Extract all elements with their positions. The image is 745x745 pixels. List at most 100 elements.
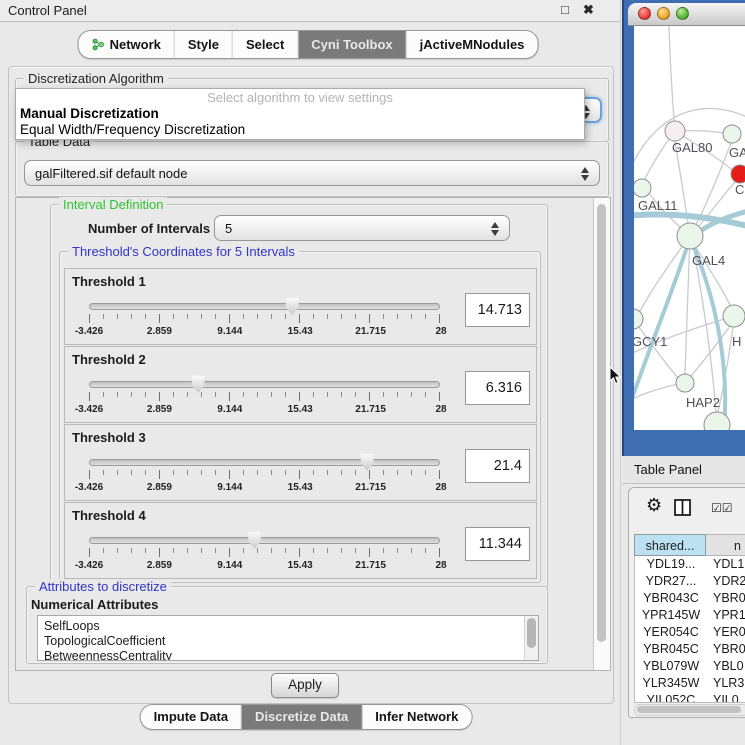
node-top-right[interactable] <box>723 125 741 143</box>
slider-track[interactable] <box>89 537 440 544</box>
threshold-3-panel: Threshold 3 -3.426 2.859 9.144 <box>64 424 537 501</box>
threshold-1-value-field[interactable]: 14.713 <box>465 293 530 327</box>
combobox-stepper-icon <box>581 166 590 182</box>
node-label-clipped-ga: GA <box>729 145 745 160</box>
node-attribute-table: shared... n YDL19...YDL1 YDR27...YDR2 YB… <box>634 534 745 703</box>
tab-style[interactable]: Style <box>175 31 233 58</box>
table-row[interactable]: YER054CYER0 <box>635 624 745 641</box>
slider-thumb[interactable] <box>247 531 262 549</box>
discretization-algorithm-label: Discretization Algorithm <box>24 71 168 86</box>
table-row[interactable]: YDR27...YDR2 <box>635 573 745 590</box>
close-window-icon[interactable]: ✖ <box>583 2 594 18</box>
slider-thumb[interactable] <box>285 297 300 315</box>
tab-discretize-data-label: Discretize Data <box>255 705 348 729</box>
float-window-icon[interactable]: □ <box>561 2 569 17</box>
select-columns-checkbox-icon[interactable]: ☑☑ <box>711 501 733 515</box>
node-gal11[interactable] <box>634 179 651 197</box>
table-row[interactable]: YPR145WYPR1 <box>635 607 745 624</box>
tab-style-label: Style <box>188 31 219 58</box>
tab-network[interactable]: Network <box>79 31 175 58</box>
slider-major-ticks <box>89 392 441 401</box>
node-label-gal80: GAL80 <box>672 140 712 155</box>
slider-track[interactable] <box>89 381 440 388</box>
node-gal80[interactable] <box>665 121 685 141</box>
node-hap2[interactable] <box>676 374 694 392</box>
slider-thumb[interactable] <box>360 453 375 471</box>
split-columns-icon[interactable] <box>674 499 691 516</box>
list-item[interactable]: SelfLoops <box>38 616 538 634</box>
threshold-4-panel: Threshold 4 -3.426 2.859 9.144 <box>64 502 537 579</box>
scrollbar-thumb[interactable] <box>637 706 741 713</box>
table-row[interactable]: YBR045CYBR0 <box>635 641 745 658</box>
table-row[interactable]: YBR043CYBR0 <box>635 590 745 607</box>
dropdown-option-equal-width-frequency[interactable]: Equal Width/Frequency Discretization <box>16 122 584 138</box>
attributes-group-label: Attributes to discretize <box>35 579 171 594</box>
table-panel-title: Table Panel <box>634 462 702 477</box>
threshold-2-slider[interactable]: -3.426 2.859 9.144 15.43 21.715 28 <box>89 373 441 419</box>
dropdown-option-manual-discretization[interactable]: Manual Discretization <box>16 106 584 122</box>
threshold-4-label: Threshold 4 <box>72 508 146 523</box>
minimize-traffic-light-icon[interactable] <box>657 7 670 20</box>
numerical-attributes-list[interactable]: SelfLoops TopologicalCoefficient Between… <box>37 615 539 661</box>
slider-major-ticks <box>89 470 441 479</box>
table-data-combobox[interactable]: galFiltered.sif default node <box>24 160 600 186</box>
apply-button[interactable]: Apply <box>271 673 339 698</box>
settings-gear-icon[interactable]: ⚙ <box>646 495 662 516</box>
network-icon <box>92 38 105 51</box>
table-row[interactable]: YBL079WYBL0 <box>635 658 745 675</box>
tab-jactivemnodules-label: jActiveMNodules <box>420 31 525 58</box>
list-vertical-scrollbar[interactable] <box>524 616 538 660</box>
slider-major-ticks <box>89 314 441 323</box>
column-header-shared-name[interactable]: shared... <box>634 534 706 556</box>
node-label-hap2: HAP2 <box>686 395 720 410</box>
tab-select-label: Select <box>246 31 284 58</box>
threshold-2-value-field[interactable]: 6.316 <box>465 371 530 405</box>
tab-infer-network[interactable]: Infer Network <box>362 705 471 729</box>
threshold-3-slider[interactable]: -3.426 2.859 9.144 15.43 21.715 28 <box>89 451 441 497</box>
threshold-4-slider[interactable]: -3.426 2.859 9.144 15.43 21.715 28 <box>89 529 441 575</box>
list-item[interactable]: TopologicalCoefficient <box>38 634 538 649</box>
tab-impute-data[interactable]: Impute Data <box>141 705 242 729</box>
scrollbar-thumb[interactable] <box>527 618 536 648</box>
control-panel-tabbar: Network Style Select Cyni Toolbox jActiv… <box>78 30 539 59</box>
table-panel-window: ⚙ ☑☑ shared... n YDL19...YDL1 YDR27...YD… <box>628 487 745 718</box>
node-gcy1[interactable] <box>634 309 643 329</box>
table-row[interactable]: YDL19...YDL1 <box>635 556 745 573</box>
table-data-group: Table Data galFiltered.sif default node <box>15 141 609 197</box>
zoom-traffic-light-icon[interactable] <box>676 7 689 20</box>
close-traffic-light-icon[interactable] <box>638 7 651 20</box>
node-label-gcy1: GCY1 <box>634 334 667 349</box>
table-row[interactable]: YIL052CYIL0 <box>635 692 745 703</box>
table-horizontal-scrollbar[interactable] <box>634 704 745 716</box>
tab-select[interactable]: Select <box>233 31 298 58</box>
number-of-intervals-combobox[interactable]: 5 <box>214 215 510 241</box>
panel-title: Control Panel <box>8 3 87 18</box>
node-red-selected[interactable] <box>731 165 745 183</box>
table-row[interactable]: YLR345WYLR3 <box>635 675 745 692</box>
slider-thumb[interactable] <box>191 375 206 393</box>
threshold-4-value-field[interactable]: 11.344 <box>465 527 530 561</box>
screen: Control Panel □ ✖ Network Style Select C… <box>0 0 745 745</box>
threshold-1-slider[interactable]: -3.426 2.859 9.144 15.43 21.715 28 <box>89 295 441 341</box>
table-panel-titlebar: Table Panel <box>622 456 745 484</box>
node-right-h[interactable] <box>723 305 745 327</box>
table-header-row: shared... n <box>634 534 745 556</box>
slider-major-ticks <box>89 548 441 557</box>
tab-discretize-data[interactable]: Discretize Data <box>242 705 362 729</box>
slider-track[interactable] <box>89 459 440 466</box>
panel-vertical-scrollbar[interactable] <box>593 198 610 670</box>
network-window-titlebar <box>628 3 745 26</box>
slider-track[interactable] <box>89 303 440 310</box>
tab-jactivemnodules[interactable]: jActiveMNodules <box>407 31 538 58</box>
dropdown-hint-option[interactable]: Select algorithm to view settings <box>16 89 584 106</box>
node-gal4[interactable] <box>677 223 703 249</box>
tab-cyni-toolbox[interactable]: Cyni Toolbox <box>298 31 406 58</box>
list-item[interactable]: BetweennessCentrality <box>38 649 538 661</box>
column-header-name[interactable]: n <box>706 534 745 556</box>
control-panel-titlebar: Control Panel □ ✖ <box>0 0 620 22</box>
network-canvas[interactable]: GAL80 GA C GAL11 GAL4 GCY1 H HAP2 <box>634 26 745 430</box>
algorithm-dropdown-popup: Select algorithm to view settings Manual… <box>15 88 585 140</box>
threshold-3-value-field[interactable]: 21.4 <box>465 449 530 483</box>
threshold-2-panel: Threshold 2 -3.426 2.859 9.144 <box>64 346 537 423</box>
scrollbar-thumb[interactable] <box>597 204 606 642</box>
